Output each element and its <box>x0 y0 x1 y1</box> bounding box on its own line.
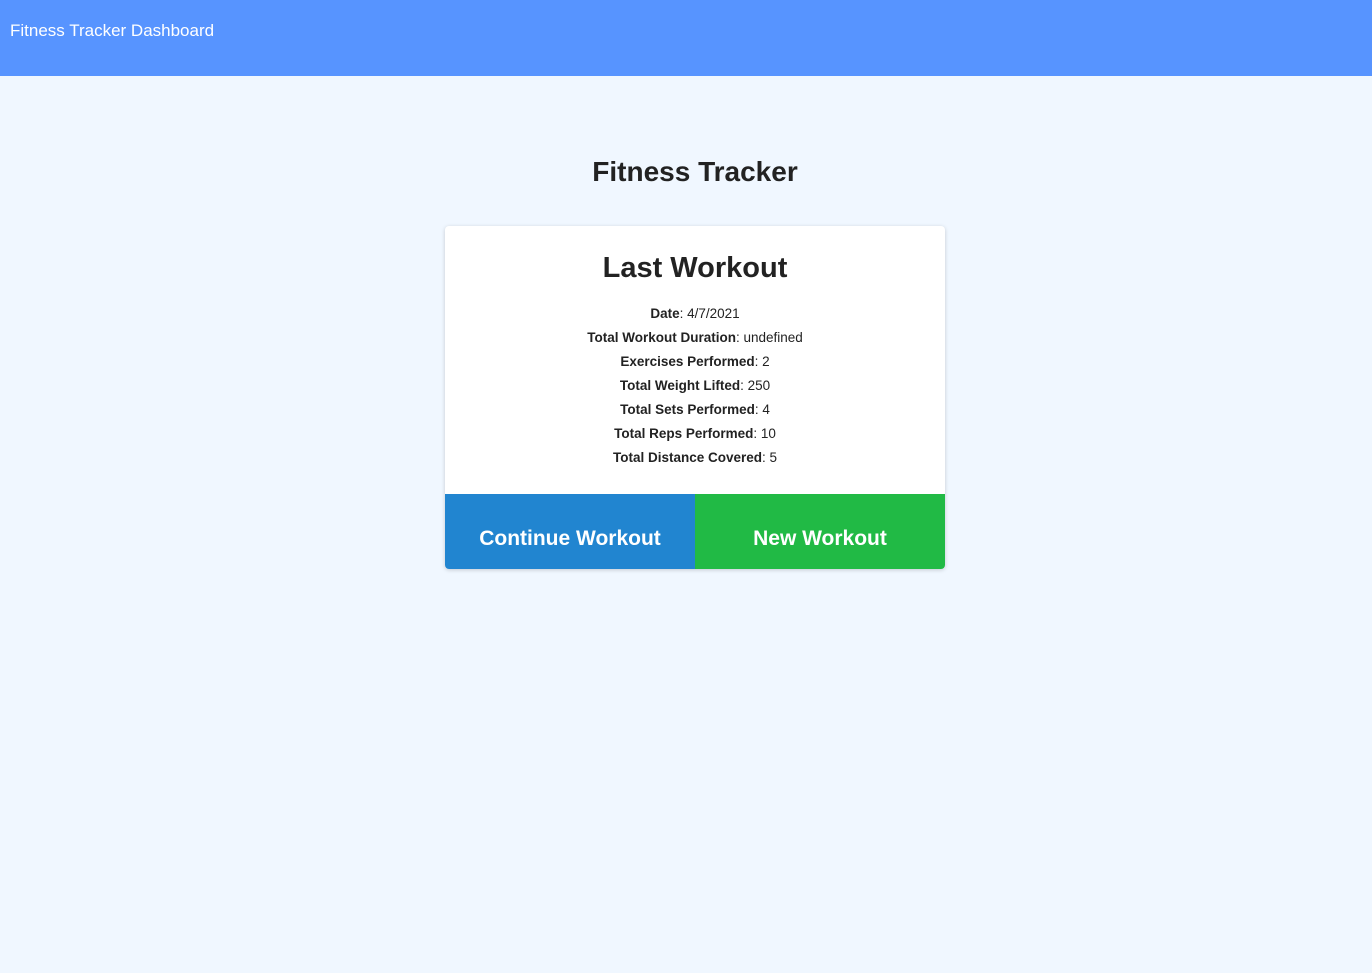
navbar-brand[interactable]: Fitness Tracker Dashboard <box>10 21 214 41</box>
stat-row-reps: Total Reps Performed: 10 <box>614 426 776 441</box>
stat-row-distance: Total Distance Covered: 5 <box>612 450 778 465</box>
stat-row-duration: Total Workout Duration: undefined <box>587 330 803 345</box>
stat-label: Date <box>650 306 680 321</box>
stat-value: 4/7/2021 <box>687 306 740 321</box>
stat-value: 5 <box>769 450 778 465</box>
page-title: Fitness Tracker <box>592 156 798 187</box>
stat-row-sets: Total Sets Performed: 4 <box>620 402 770 417</box>
stat-label: Total Reps Performed <box>614 426 754 441</box>
stat-row-exercises: Exercises Performed: 2 <box>620 354 770 369</box>
last-workout-card: Last Workout Date: 4/7/2021 Total Workou… <box>445 226 945 569</box>
stat-row-weight: Total Weight Lifted: 250 <box>619 378 771 393</box>
stat-value: 4 <box>762 402 770 417</box>
stat-label: Total Workout Duration <box>587 330 736 345</box>
card-actions: Continue Workout New Workout <box>445 494 945 569</box>
stat-value: 2 <box>762 354 770 369</box>
stat-value: 10 <box>760 426 776 441</box>
stat-value: undefined <box>743 330 803 345</box>
stat-label: Exercises Performed <box>620 354 755 369</box>
card-title: Last Workout <box>602 252 788 284</box>
workout-stats: Date: 4/7/2021 Total Workout Duration: u… <box>445 302 945 470</box>
stat-value: 250 <box>747 378 771 393</box>
new-workout-button[interactable]: New Workout <box>695 494 945 569</box>
stat-row-date: Date: 4/7/2021 <box>650 306 740 321</box>
stat-label: Total Distance Covered <box>612 450 762 465</box>
stat-label: Total Sets Performed <box>620 402 755 417</box>
top-navbar: Fitness Tracker Dashboard <box>0 0 1372 76</box>
stat-label: Total Weight Lifted <box>619 378 741 393</box>
continue-workout-button[interactable]: Continue Workout <box>445 494 695 569</box>
